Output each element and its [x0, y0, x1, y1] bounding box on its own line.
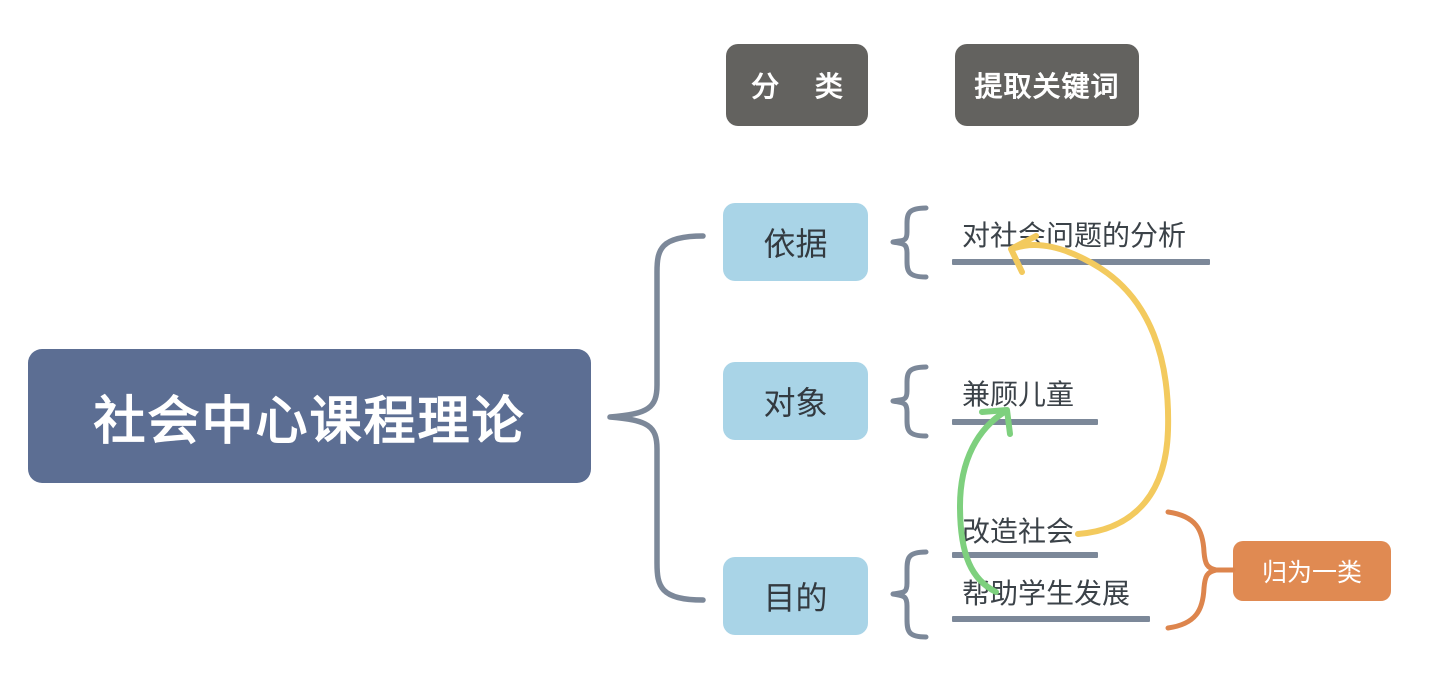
leaf-item-basis-0[interactable]: 对社会问题的分析: [962, 222, 1186, 250]
leaf-rule-object-0: [952, 419, 1098, 425]
main-brace: [607, 233, 706, 603]
mindmap-canvas: 分 类 提取关键词 社会中心课程理论 依据 对象 目的 对社会问题的分析 兼顾儿…: [0, 0, 1436, 688]
root-node[interactable]: 社会中心课程理论: [28, 349, 591, 483]
leaf-item-object-0[interactable]: 兼顾儿童: [962, 381, 1074, 409]
annotation-arrow-green: [957, 408, 1009, 595]
leaf-rule-basis-0: [952, 259, 1210, 265]
root-node-label: 社会中心课程理论: [93, 392, 526, 451]
category-brace-basis: [890, 205, 929, 280]
leaf-item-purpose-1[interactable]: 帮助学生发展: [962, 580, 1130, 608]
category-node-object-label: 对象: [763, 385, 828, 421]
category-brace-purpose: [890, 549, 929, 640]
category-node-basis-label: 依据: [763, 226, 828, 262]
category-node-purpose-label: 目的: [763, 580, 828, 616]
header-badge-keyword[interactable]: 提取关键词: [955, 44, 1139, 126]
group-badge[interactable]: 归为一类: [1233, 541, 1391, 601]
header-badge-classify-label: 分 类: [751, 71, 857, 102]
group-badge-label: 归为一类: [1261, 559, 1362, 587]
leaf-rule-purpose-1: [952, 616, 1150, 622]
category-brace-object: [890, 364, 929, 439]
group-brace-orange: [1165, 509, 1219, 631]
category-node-purpose[interactable]: 目的: [723, 557, 868, 635]
leaf-rule-purpose-0: [952, 552, 1098, 558]
header-badge-keyword-label: 提取关键词: [974, 71, 1120, 102]
connector-overlay: [607, 205, 1236, 640]
leaf-item-purpose-0[interactable]: 改造社会: [962, 518, 1074, 546]
header-badge-classify[interactable]: 分 类: [726, 44, 868, 126]
category-node-object[interactable]: 对象: [723, 362, 868, 440]
category-node-basis[interactable]: 依据: [723, 203, 868, 281]
